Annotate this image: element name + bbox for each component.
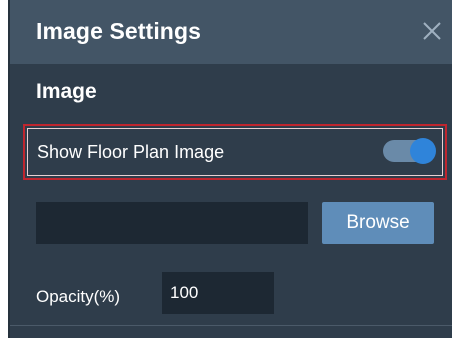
opacity-label: Opacity(%) <box>36 287 121 306</box>
image-settings-dialog: Image Settings Image Show Floor Plan Ima… <box>8 0 452 338</box>
browse-button[interactable]: Browse <box>322 202 434 244</box>
close-icon[interactable] <box>420 19 444 43</box>
opacity-field[interactable]: 100 <box>162 272 274 314</box>
dialog-title: Image Settings <box>36 18 201 44</box>
show-floor-plan-toggle[interactable] <box>383 138 436 164</box>
dialog-header: Image Settings <box>10 0 452 64</box>
divider <box>10 325 452 326</box>
toggle-knob <box>410 138 436 164</box>
section-title: Image <box>36 80 97 103</box>
show-floor-plan-row: Show Floor Plan Image <box>23 124 447 180</box>
show-floor-plan-label: Show Floor Plan Image <box>37 142 225 162</box>
image-path-field[interactable] <box>36 202 308 244</box>
